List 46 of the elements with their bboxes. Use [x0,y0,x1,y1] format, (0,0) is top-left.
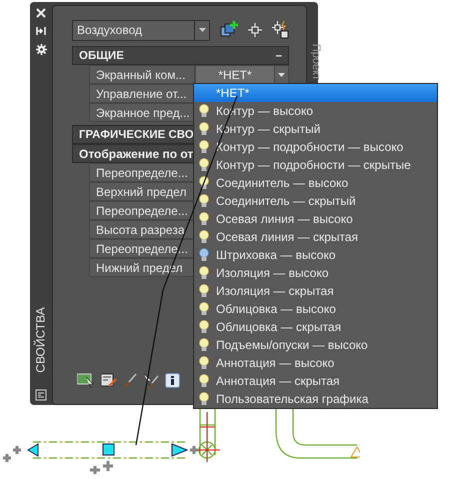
list-option[interactable]: Облицовка — скрытая [194,318,437,336]
list-option[interactable]: Аннотация — высоко [194,354,437,372]
list-option[interactable]: Пользовательская графика [194,390,437,408]
match-properties-icon[interactable] [143,373,159,388]
info-icon[interactable] [165,373,180,388]
select-similar-icon[interactable] [77,373,95,388]
property-label: Нижний предел [89,258,195,277]
list-option[interactable]: Соединитель — скрытый [194,192,437,210]
property-label: Высота разреза [89,220,195,239]
quick-select-icon[interactable] [220,21,238,39]
select-objects-icon[interactable] [248,23,262,37]
property-label: Управление от... [89,84,195,103]
caret-icon [278,72,285,76]
close-icon[interactable] [36,8,46,18]
list-option[interactable]: Аннотация — скрытая [194,372,437,390]
gear-icon[interactable] [36,44,46,55]
collapse-toggle[interactable]: – [276,50,282,62]
list-option[interactable]: Осевая линия — высоко [194,210,437,228]
list-option[interactable]: Изоляция — скрытая [194,282,437,300]
property-label: Верхний предел [89,182,195,201]
object-type-dropdown[interactable]: Воздуховод [72,20,210,40]
side-tab[interactable]: Проект [310,44,322,80]
toggle-pickadd-icon[interactable] [272,21,289,39]
brush-icon[interactable] [123,373,137,388]
palette-title: СВОЙСТВА [34,307,48,373]
list-option[interactable]: Изоляция — высоко [194,264,437,282]
property-label: Переопределе... [89,239,195,258]
auto-hide-icon[interactable] [36,26,46,36]
list-option[interactable]: Осевая линия — скрытая [194,228,437,246]
edit-style-icon[interactable] [101,373,117,388]
list-option[interactable]: *НЕТ* [194,84,437,102]
category-title: ОБЩИЕ [79,50,124,62]
list-option[interactable]: Соединитель — высоко [194,174,437,192]
list-option[interactable]: Подъемы/опуски — высоко [194,336,437,354]
property-label: Переопределе... [89,201,195,220]
property-label: Переопределе... [89,163,195,182]
caret-icon [198,28,206,32]
palette-icon[interactable] [35,389,47,401]
list-option[interactable]: Штриховка — высоко [194,246,437,264]
list-option[interactable]: Контур — высоко [194,102,437,120]
property-label: Экранное пред... [89,103,195,122]
category-title: ГРАФИЧЕСКИЕ СВО [79,128,194,140]
category-header[interactable]: ОБЩИЕ – [72,46,289,65]
property-value[interactable]: *НЕТ* [196,66,274,83]
list-option[interactable]: Облицовка — высоко [194,300,437,318]
property-label: Экранный ком... [89,65,195,84]
